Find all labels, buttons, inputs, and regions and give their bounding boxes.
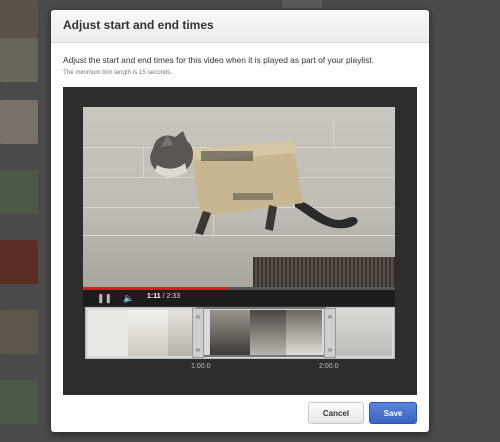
filmstrip-frame [88,310,128,356]
video-preview[interactable] [83,107,395,287]
current-time: 1:11 [147,293,161,300]
trim-end-handle[interactable]: « » [324,308,336,358]
filmstrip-frame [336,310,392,356]
video-player-frame: ❚❚ 🔈 1:11 / 2:33 « » « » 1:00.0 2:00.0 [63,87,417,395]
dialog-header: Adjust start and end times [51,10,429,43]
background-sidebar [430,0,500,442]
timeline-tick-label: 1:00.0 [191,363,211,370]
background-video-list [0,0,40,442]
background-thumbnail [0,380,38,424]
background-thumbnail [0,100,38,144]
double-chevron-left-icon: « [195,312,201,321]
cancel-button[interactable]: Cancel [308,402,364,424]
volume-icon[interactable]: 🔈 [123,293,134,303]
time-display: 1:11 / 2:33 [147,293,180,300]
player-controls: ❚❚ 🔈 1:11 / 2:33 [83,290,395,306]
double-chevron-right-icon: » [195,345,201,354]
dialog-footer: Cancel Save [51,394,429,432]
dialog-description: Adjust the start and end times for this … [63,55,374,65]
dialog-title: Adjust start and end times [63,18,214,32]
total-duration: 2:33 [166,293,181,300]
background-thumbnail [0,310,38,354]
background-thumbnail [0,38,38,82]
dialog-hint: The minimum trim length is 15 seconds. [63,69,173,76]
background-thumbnail [0,240,38,284]
timeline-tick-label: 2:00.0 [319,363,339,370]
background-duration-badge [282,0,322,8]
filmstrip-frame [128,310,168,356]
save-button[interactable]: Save [369,402,417,424]
background-thumbnail [0,170,38,214]
trim-selection [196,307,326,357]
trim-filmstrip[interactable]: « » « » [85,307,395,359]
pause-icon[interactable]: ❚❚ [97,293,112,303]
adjust-times-dialog: Adjust start and end times Adjust the st… [51,10,429,432]
double-chevron-left-icon: « [327,312,333,321]
cat-in-box-image [150,131,358,235]
double-chevron-right-icon: » [327,345,333,354]
trim-start-handle[interactable]: « » [192,308,204,358]
